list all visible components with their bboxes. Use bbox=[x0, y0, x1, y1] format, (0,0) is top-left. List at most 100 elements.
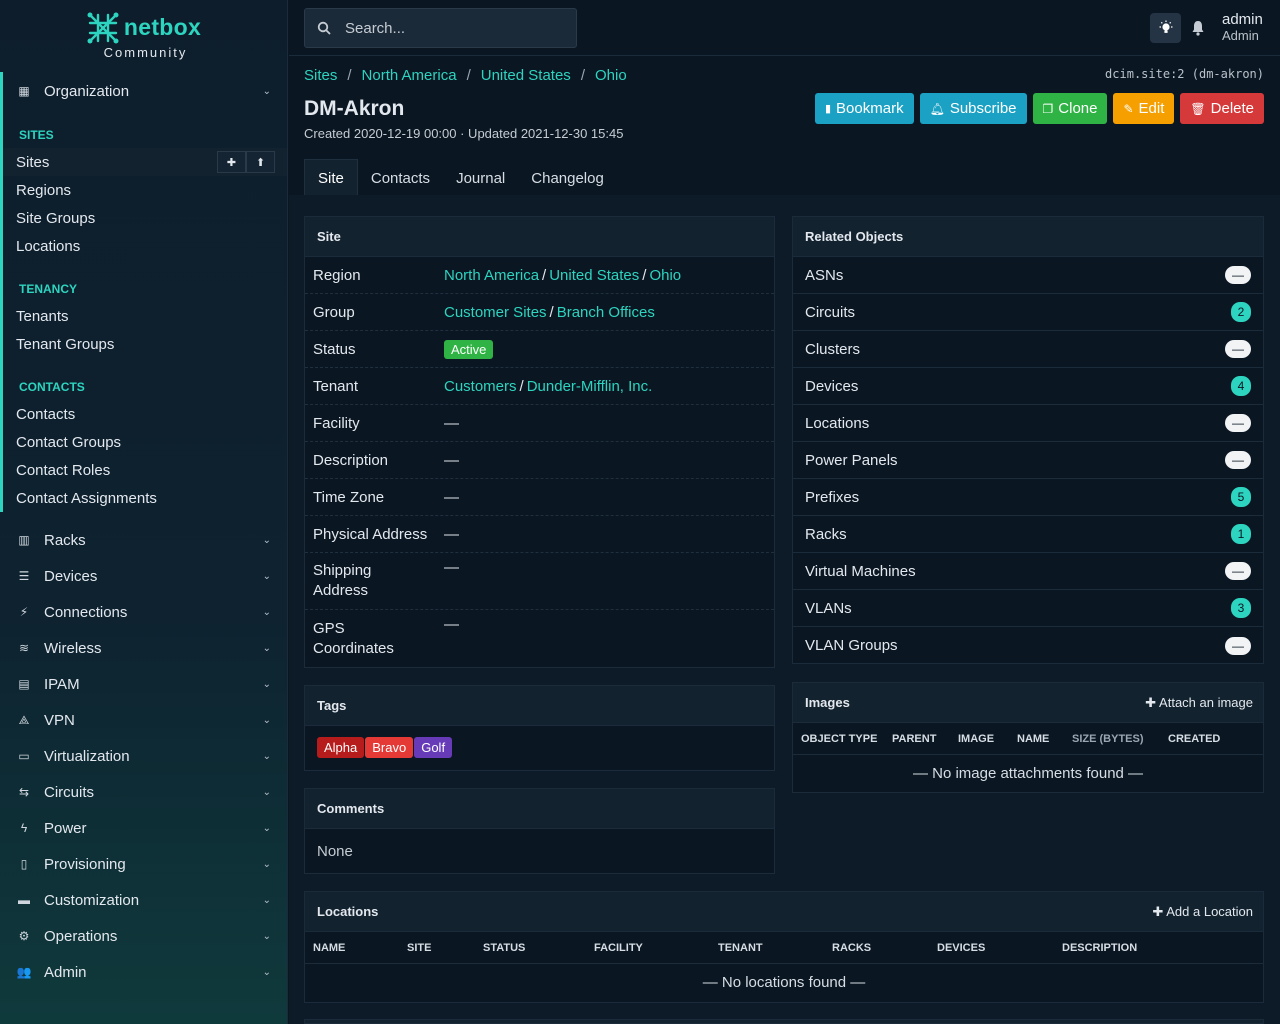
related-object-row[interactable]: Clusters — bbox=[793, 331, 1263, 368]
sidebar-item-regions[interactable]: Regions bbox=[3, 176, 287, 204]
column-header[interactable]: DESCRIPTION bbox=[1062, 942, 1137, 954]
column-header[interactable]: RACKS bbox=[832, 942, 937, 954]
tag-badge[interactable]: Golf bbox=[414, 737, 453, 758]
tag-badge[interactable]: Bravo bbox=[365, 737, 414, 758]
nav-virtualization[interactable]: ▭ Virtualization ⌄ bbox=[0, 738, 287, 774]
nav-ipam[interactable]: ▤ IPAM ⌄ bbox=[0, 666, 287, 702]
field-value: — bbox=[444, 616, 459, 633]
netbox-logo-icon bbox=[87, 12, 119, 43]
field-row-physical-address: Physical Address — bbox=[305, 516, 774, 553]
related-object-row[interactable]: ASNs — bbox=[793, 257, 1263, 294]
add-site-button[interactable]: ✚ bbox=[217, 151, 246, 173]
sidebar-item-contacts[interactable]: Contacts bbox=[3, 400, 287, 428]
bookmark-button[interactable]: ▮ Bookmark bbox=[814, 93, 914, 124]
chevron-down-icon: ⌄ bbox=[262, 822, 271, 834]
group-link-branch-offices[interactable]: Branch Offices bbox=[557, 304, 655, 321]
nav-wireless[interactable]: ≋ Wireless ⌄ bbox=[0, 630, 287, 666]
column-header[interactable]: TENANT bbox=[718, 942, 832, 954]
nav-provisioning[interactable]: ▯ Provisioning ⌄ bbox=[0, 846, 287, 882]
related-object-row[interactable]: Devices 4 bbox=[793, 368, 1263, 405]
nav-power[interactable]: ϟ Power ⌄ bbox=[0, 810, 287, 846]
nav-devices[interactable]: ☰ Devices ⌄ bbox=[0, 558, 287, 594]
related-object-row[interactable]: VLANs 3 bbox=[793, 590, 1263, 627]
sidebar-item-tenant-groups[interactable]: Tenant Groups bbox=[3, 330, 287, 358]
region-link-united-states[interactable]: United States bbox=[549, 267, 639, 284]
sidebar-item-sites[interactable]: Sites ✚ ⬆ bbox=[3, 148, 287, 176]
column-header[interactable]: DEVICES bbox=[937, 942, 1062, 954]
nav-connections[interactable]: ⚡ Connections ⌄ bbox=[0, 594, 287, 630]
search-input[interactable] bbox=[345, 19, 545, 37]
nav-circuits[interactable]: ⇆ Circuits ⌄ bbox=[0, 774, 287, 810]
column-header[interactable]: SITE bbox=[407, 942, 483, 954]
related-object-row[interactable]: Circuits 2 bbox=[793, 294, 1263, 331]
tab-changelog[interactable]: Changelog bbox=[518, 159, 617, 197]
column-header[interactable]: NAME bbox=[305, 942, 407, 954]
tab-contacts[interactable]: Contacts bbox=[358, 159, 443, 197]
breadcrumb-north-america[interactable]: North America bbox=[362, 67, 457, 84]
nav-organization[interactable]: ▦ Organization ⌄ bbox=[3, 72, 287, 110]
column-header[interactable]: PARENT bbox=[892, 733, 958, 745]
related-object-row[interactable]: Prefixes 5 bbox=[793, 479, 1263, 516]
import-site-button[interactable]: ⬆ bbox=[246, 151, 275, 173]
field-row-gps-coordinates: GPS Coordinates — bbox=[305, 610, 774, 667]
count-badge: 1 bbox=[1231, 524, 1251, 544]
path-separator: / bbox=[642, 266, 647, 284]
breadcrumb-ohio[interactable]: Ohio bbox=[595, 67, 627, 84]
edit-button[interactable]: ✎ Edit bbox=[1113, 93, 1175, 124]
region-link-north-america[interactable]: North America bbox=[444, 267, 539, 284]
sidebar-item-contact-assignments[interactable]: Contact Assignments bbox=[3, 484, 287, 512]
sidebar-item-site-groups[interactable]: Site Groups bbox=[3, 204, 287, 232]
sidebar-item-tenants[interactable]: Tenants bbox=[3, 302, 287, 330]
related-object-label: Power Panels bbox=[805, 451, 898, 469]
field-label: Tenant bbox=[313, 377, 359, 395]
related-object-row[interactable]: Locations — bbox=[793, 405, 1263, 442]
region-link-ohio[interactable]: Ohio bbox=[649, 267, 681, 284]
nav-racks[interactable]: ▥ Racks ⌄ bbox=[0, 522, 287, 558]
attach-image-label: Attach an image bbox=[1159, 694, 1253, 710]
related-object-row[interactable]: VLAN Groups — bbox=[793, 627, 1263, 664]
count-badge: — bbox=[1225, 340, 1251, 358]
column-header[interactable]: OBJECT TYPE bbox=[793, 733, 892, 745]
field-row-shipping-address: Shipping Address — bbox=[305, 553, 774, 610]
column-header[interactable]: NAME bbox=[1017, 733, 1072, 745]
page-title: DM-Akron bbox=[304, 97, 405, 120]
theme-toggle-button[interactable] bbox=[1150, 13, 1181, 43]
related-object-row[interactable]: Virtual Machines — bbox=[793, 553, 1263, 590]
tab-journal[interactable]: Journal bbox=[443, 159, 518, 197]
breadcrumb-sites[interactable]: Sites bbox=[304, 67, 337, 84]
add-location-button[interactable]: ✚ Add a Location bbox=[1152, 904, 1253, 920]
tag-badge[interactable]: Alpha bbox=[317, 737, 365, 758]
sidebar-item-locations[interactable]: Locations bbox=[3, 232, 287, 260]
user-menu[interactable]: admin Admin bbox=[1222, 12, 1263, 44]
group-link-customer-sites[interactable]: Customer Sites bbox=[444, 304, 547, 321]
subscribe-button[interactable]: 🔔︎ Subscribe bbox=[919, 93, 1027, 124]
related-object-row[interactable]: Power Panels — bbox=[793, 442, 1263, 479]
tab-site[interactable]: Site bbox=[304, 159, 358, 197]
column-header[interactable]: CREATED bbox=[1168, 733, 1220, 745]
nav-admin[interactable]: 👥 Admin ⌄ bbox=[0, 954, 287, 990]
column-header[interactable]: STATUS bbox=[483, 942, 594, 954]
column-header[interactable]: IMAGE bbox=[958, 733, 1017, 745]
field-label: Time Zone bbox=[313, 488, 385, 506]
search-box[interactable] bbox=[304, 8, 577, 48]
related-object-row[interactable]: Racks 1 bbox=[793, 516, 1263, 553]
sidebar-item-contact-roles[interactable]: Contact Roles bbox=[3, 456, 287, 484]
nav-customization[interactable]: ▬ Customization ⌄ bbox=[0, 882, 287, 918]
nav-operations[interactable]: ⚙ Operations ⌄ bbox=[0, 918, 287, 954]
tenant-group-link[interactable]: Customers bbox=[444, 378, 517, 395]
nav-vpn[interactable]: ⟁ VPN ⌄ bbox=[0, 702, 287, 738]
brand-logo[interactable]: netbox Community bbox=[0, 0, 287, 70]
breadcrumb-united-states[interactable]: United States bbox=[481, 67, 571, 84]
attach-image-button[interactable]: ✚ Attach an image bbox=[1145, 695, 1253, 711]
delete-button[interactable]: 🗑︎ Delete bbox=[1180, 93, 1264, 124]
column-header[interactable]: FACILITY bbox=[594, 942, 718, 954]
notifications-bell-icon[interactable] bbox=[1191, 20, 1205, 40]
field-label: Status bbox=[313, 340, 356, 358]
card-header: Images ✚ Attach an image bbox=[793, 683, 1263, 723]
sidebar-item-contact-groups[interactable]: Contact Groups bbox=[3, 428, 287, 456]
clone-button[interactable]: ❐ Clone bbox=[1032, 93, 1108, 124]
field-value: North America / United States / Ohio bbox=[436, 257, 774, 293]
images-table-header: OBJECT TYPE PARENT IMAGE NAME SIZE (BYTE… bbox=[793, 723, 1263, 755]
column-header[interactable]: SIZE (BYTES) bbox=[1072, 733, 1168, 745]
tenant-link[interactable]: Dunder-Mifflin, Inc. bbox=[527, 378, 653, 395]
